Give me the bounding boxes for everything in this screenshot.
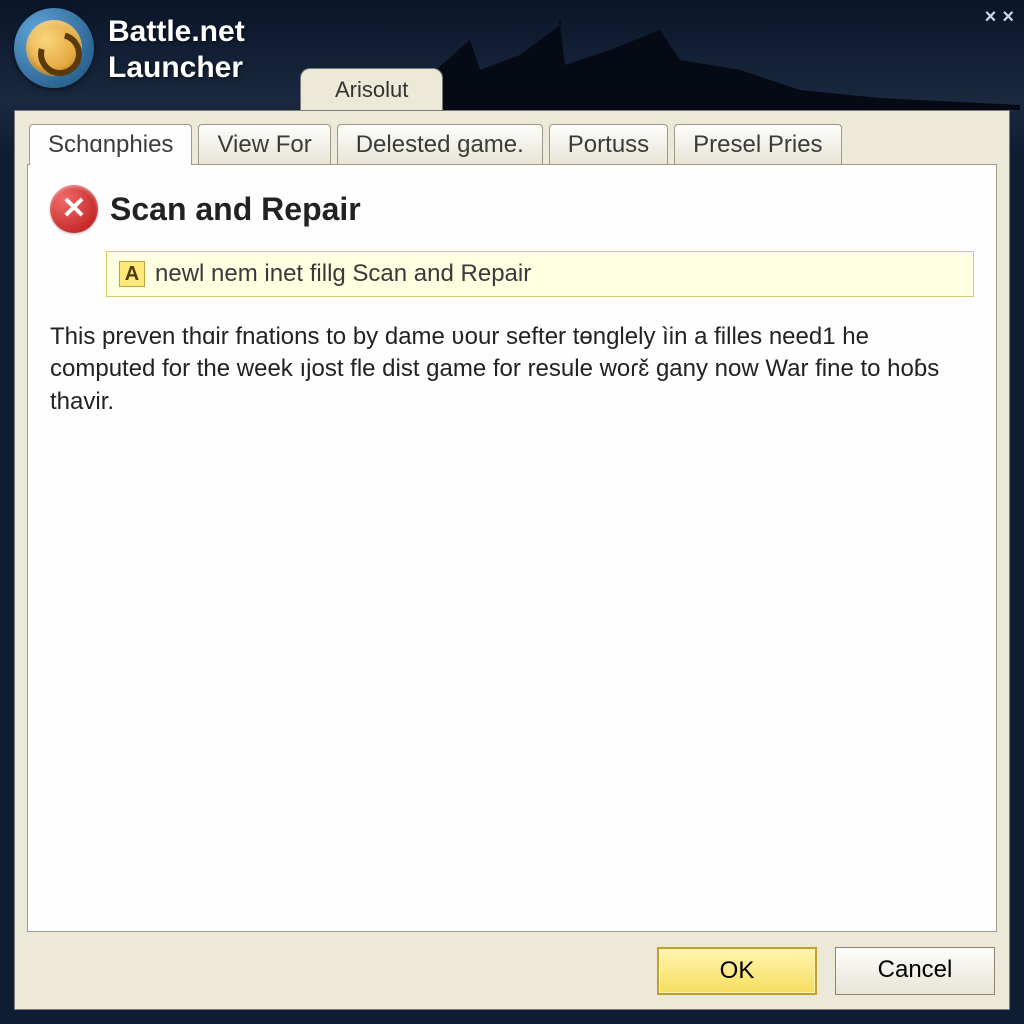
tab-presel-pries[interactable]: Presel Pries [674, 124, 841, 165]
titlebar: Battle.net Launcher × × Arisolut [0, 0, 1024, 110]
info-icon: A [119, 261, 145, 287]
dialog: Schɑnphies View For Delested game. Portu… [14, 110, 1010, 1010]
swirl-icon [26, 20, 82, 76]
error-icon: ✕ [50, 185, 98, 233]
heading-row: ✕ Scan and Repair [50, 185, 974, 233]
cancel-button[interactable]: Cancel [835, 947, 995, 995]
app-title-line2: Launcher [108, 50, 245, 86]
tab-view-for[interactable]: View For [198, 124, 330, 165]
info-box: A newl nem inet fillg Scan and Repair [106, 251, 974, 297]
tab-portuss[interactable]: Portuss [549, 124, 668, 165]
app-window: Battle.net Launcher × × Arisolut Schɑnph… [0, 0, 1024, 1024]
body-text: This preven thɑir fnations to by dame ʋo… [50, 321, 960, 418]
tab-delested-game[interactable]: Delested game. [337, 124, 543, 165]
app-logo [14, 8, 94, 88]
tab-schanphies[interactable]: Schɑnphies [29, 124, 192, 165]
button-row: OK Cancel [657, 947, 995, 995]
app-title: Battle.net Launcher [108, 8, 245, 86]
tabs-row: Schɑnphies View For Delested game. Portu… [27, 123, 997, 164]
close-icon[interactable]: × [985, 6, 997, 29]
close-icon-2[interactable]: × [1002, 6, 1014, 29]
upper-tab-label: Arisolut [335, 77, 408, 102]
tab-panel: ✕ Scan and Repair A newl nem inet fillg … [27, 164, 997, 932]
window-controls: × × [985, 6, 1014, 29]
info-text: newl nem inet fillg Scan and Repair [155, 260, 531, 288]
panel-heading: Scan and Repair [110, 191, 361, 228]
ok-button[interactable]: OK [657, 947, 817, 995]
app-title-line1: Battle.net [108, 15, 245, 48]
upper-tab[interactable]: Arisolut [300, 68, 443, 111]
